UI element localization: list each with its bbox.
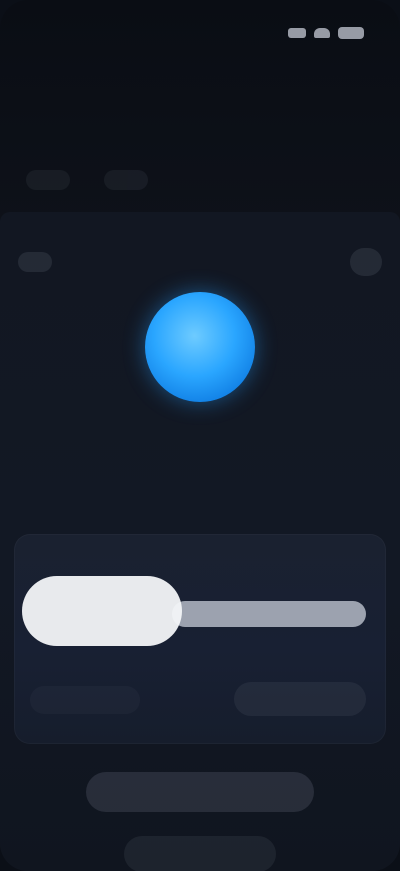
status-time [46, 24, 114, 42]
back-button[interactable] [18, 252, 52, 272]
profile-subtitle [112, 484, 288, 504]
page-title [16, 105, 176, 145]
card-left-label [30, 686, 140, 714]
content-panel [0, 212, 400, 871]
avatar[interactable] [145, 292, 255, 402]
info-card [14, 534, 386, 744]
slider-handle[interactable] [22, 576, 182, 646]
header-meta [26, 170, 148, 190]
card-right-button[interactable] [234, 682, 366, 716]
slider-track[interactable] [172, 601, 366, 627]
profile-name [140, 416, 260, 444]
signal-icon [288, 28, 306, 38]
slider-control[interactable] [22, 576, 368, 646]
primary-button[interactable] [86, 772, 314, 812]
more-button[interactable] [350, 248, 382, 276]
avatar-initial [145, 292, 255, 402]
status-bar [0, 18, 400, 54]
app-screen [0, 0, 400, 871]
battery-icon [338, 27, 364, 39]
wifi-icon [314, 28, 330, 38]
status-icons [280, 24, 364, 42]
header-meta-item [26, 170, 70, 190]
page-header [16, 105, 316, 205]
secondary-button[interactable] [124, 836, 276, 871]
header-meta-item [104, 170, 148, 190]
